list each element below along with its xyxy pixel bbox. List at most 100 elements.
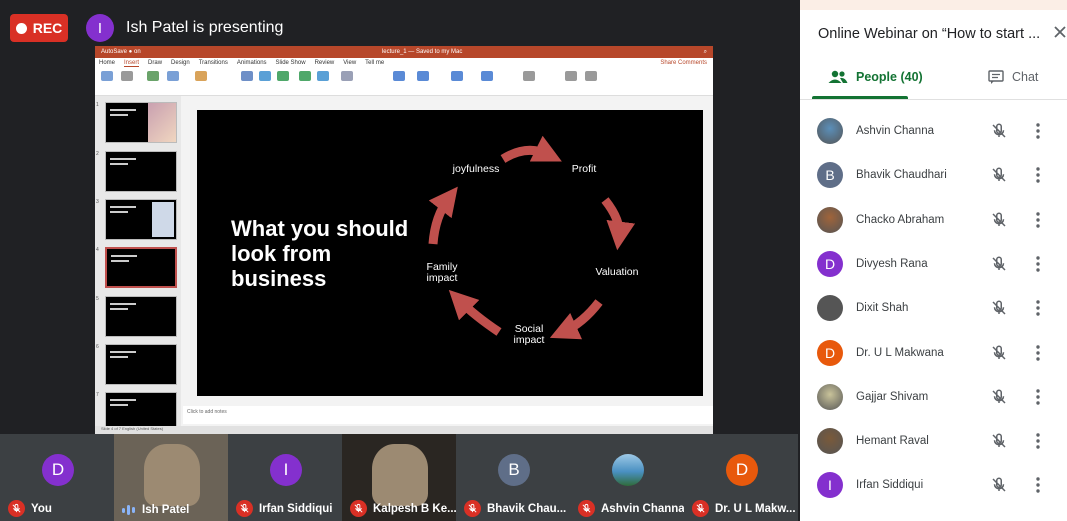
thumb-number: 1 [96, 102, 99, 108]
ppt-tab[interactable]: Tell me [365, 60, 384, 66]
shapes-icon [241, 71, 253, 81]
participant-avatar: D [42, 454, 74, 486]
tab-people-label: People (40) [856, 70, 923, 84]
people-list-item[interactable]: Gajjar Shivam [800, 376, 1067, 420]
mic-off-icon[interactable] [990, 255, 1008, 273]
participant-name-row: Kalpesh B Ke... [350, 500, 457, 517]
participant-name: Irfan Siddiqui [259, 502, 333, 515]
people-list-item[interactable]: Ashvin Channa [800, 110, 1067, 154]
participant-name: Bhavik Chau... [487, 502, 567, 515]
participant-avatar: D [726, 454, 758, 486]
slide-number-icon [481, 71, 493, 81]
participant-tile[interactable]: D Dr. U L Makw... [684, 434, 798, 521]
ppt-tab[interactable]: Home [99, 60, 115, 66]
zoom-icon [341, 71, 353, 81]
participant-tile[interactable]: I Irfan Siddiqui [228, 434, 342, 521]
slide-thumb-3[interactable] [105, 199, 177, 240]
panel-divider [800, 99, 1067, 100]
text-box-icon [417, 71, 429, 81]
participant-avatar: B [498, 454, 530, 486]
participant-tile[interactable]: Kalpesh B Ke... [342, 434, 457, 521]
more-options-icon[interactable] [1032, 344, 1044, 362]
slide-thumbnails: 1 2 3 4 5 6 7 [95, 96, 181, 433]
more-options-icon[interactable] [1032, 211, 1044, 229]
ppt-tab[interactable]: Insert [124, 60, 140, 67]
ppt-tab[interactable]: Animations [237, 60, 267, 66]
participant-avatar [612, 454, 644, 486]
new-slide-icon [101, 71, 113, 81]
mic-off-icon [692, 500, 709, 517]
ppt-tab[interactable]: Slide Show [276, 60, 306, 66]
ppt-status-bar: Slide 4 of 7 English (United States) [95, 426, 713, 434]
participant-filmstrip: D You Ish Patel I Irfan Siddiqui Kalpesh B Ke… [0, 434, 800, 521]
more-options-icon[interactable] [1032, 299, 1044, 317]
ppt-tab[interactable]: Review [315, 60, 335, 66]
video-icon [565, 71, 577, 81]
get-addins-icon [195, 71, 207, 81]
mic-off-icon[interactable] [990, 211, 1008, 229]
tab-people[interactable]: People (40) [828, 70, 923, 84]
slide-thumb-2[interactable] [105, 151, 177, 192]
more-options-icon[interactable] [1032, 255, 1044, 273]
speaker-notes[interactable]: Click to add notes [183, 406, 713, 424]
slide-thumb-1[interactable] [105, 102, 177, 143]
mic-off-icon[interactable] [990, 166, 1008, 184]
tab-chat[interactable]: Chat [988, 70, 1038, 84]
ppt-title-bar: AutoSave ● on lecture_1 — Saved to my Ma… [95, 46, 713, 58]
people-list-item[interactable]: Hemant Raval [800, 420, 1067, 464]
participant-name-row: Dr. U L Makw... [692, 500, 796, 517]
mic-off-icon [464, 500, 481, 517]
participant-name: Kalpesh B Ke... [373, 502, 457, 515]
arrow-valuation-to-social [549, 299, 603, 340]
mic-off-icon[interactable] [990, 122, 1008, 140]
more-options-icon[interactable] [1032, 432, 1044, 450]
participant-tile[interactable]: D You [0, 434, 114, 521]
current-slide: What you should look from business joyfu… [197, 110, 703, 396]
slide-heading: What you should look from business [231, 216, 409, 291]
mic-off-icon[interactable] [990, 344, 1008, 362]
person-avatar: B [817, 162, 843, 189]
record-dot-icon [15, 22, 27, 34]
participant-tile[interactable]: B Bhavik Chau... [456, 434, 570, 521]
more-options-icon[interactable] [1032, 476, 1044, 494]
ppt-tab[interactable]: Design [171, 60, 190, 66]
slide-thumb-5[interactable] [105, 296, 177, 337]
ppt-tab[interactable]: View [343, 60, 356, 66]
close-icon[interactable] [1052, 24, 1067, 40]
person-name: Gajjar Shivam [856, 390, 929, 403]
arrow-joy-to-profit [500, 135, 562, 163]
more-options-icon[interactable] [1032, 122, 1044, 140]
chat-icon [988, 70, 1004, 84]
participant-tile[interactable]: Ashvin Channa [570, 434, 685, 521]
mic-off-icon[interactable] [990, 299, 1008, 317]
more-options-icon[interactable] [1032, 388, 1044, 406]
people-list-item[interactable]: Dixit Shah [800, 287, 1067, 331]
person-name: Chacko Abraham [856, 213, 945, 226]
mic-off-icon[interactable] [990, 388, 1008, 406]
person-name: Divyesh Rana [856, 257, 928, 270]
people-list-item[interactable]: D Dr. U L Makwana [800, 332, 1067, 376]
tab-chat-label: Chat [1012, 70, 1039, 84]
ppt-tab[interactable]: Draw [148, 60, 162, 66]
people-list-item[interactable]: D Divyesh Rana [800, 243, 1067, 287]
cycle-family-impact: Family impact [426, 261, 458, 284]
participant-tile[interactable]: Ish Patel [114, 434, 228, 521]
ppt-share-comments[interactable]: Share Comments [660, 60, 707, 66]
people-list-item[interactable]: B Bhavik Chaudhari [800, 154, 1067, 198]
ppt-document-title: lecture_1 — Saved to my Mac [381, 49, 463, 55]
presenter-status: Ish Patel is presenting [126, 19, 284, 36]
ppt-tab[interactable]: Transitions [199, 60, 228, 66]
participant-name-row: Ashvin Channa [578, 500, 685, 517]
slide-thumb-4[interactable] [105, 247, 177, 288]
mic-off-icon[interactable] [990, 476, 1008, 494]
mic-off-icon [350, 500, 367, 517]
people-list-item[interactable]: Chacko Abraham [800, 199, 1067, 243]
mic-off-icon[interactable] [990, 432, 1008, 450]
cycle-profit: Profit [571, 163, 597, 175]
comment-icon [393, 71, 405, 81]
people-list-item[interactable]: I Irfan Siddiqui [800, 464, 1067, 508]
more-options-icon[interactable] [1032, 166, 1044, 184]
cycle-joyfulness: joyfulness [452, 163, 500, 175]
person-avatar [817, 295, 843, 322]
slide-thumb-6[interactable] [105, 344, 177, 385]
